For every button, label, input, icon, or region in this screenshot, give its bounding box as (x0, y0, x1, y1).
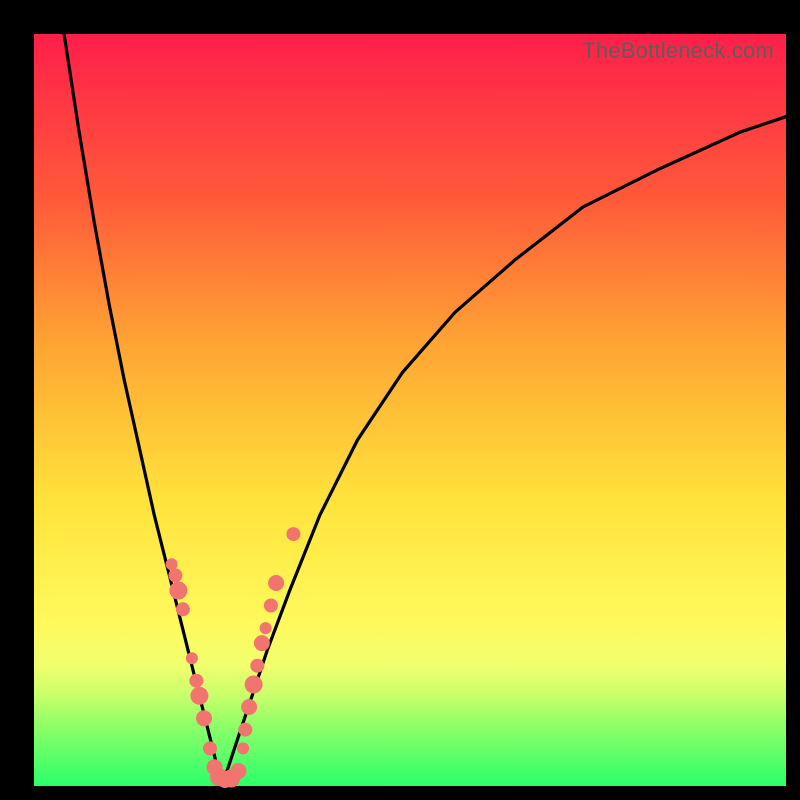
data-point (190, 687, 208, 705)
data-point (241, 699, 257, 715)
data-point (237, 742, 249, 754)
data-point (250, 659, 264, 673)
data-point (176, 602, 190, 616)
plot-area: TheBottleneck.com (34, 34, 786, 786)
data-point (286, 527, 300, 541)
data-point (203, 741, 217, 755)
curve-left-curve (64, 34, 222, 786)
data-point (189, 674, 203, 688)
data-point (166, 558, 178, 570)
data-point (254, 635, 270, 651)
data-point (238, 723, 252, 737)
data-point (260, 622, 272, 634)
curve-right-curve (222, 117, 786, 786)
data-point (186, 652, 198, 664)
data-point (196, 710, 212, 726)
chart-svg (34, 34, 786, 786)
data-point (245, 676, 263, 694)
data-point (231, 763, 247, 779)
chart-frame: TheBottleneck.com (0, 0, 800, 800)
data-point (268, 575, 284, 591)
data-point (168, 568, 182, 582)
data-point (264, 599, 278, 613)
data-point (169, 582, 187, 600)
